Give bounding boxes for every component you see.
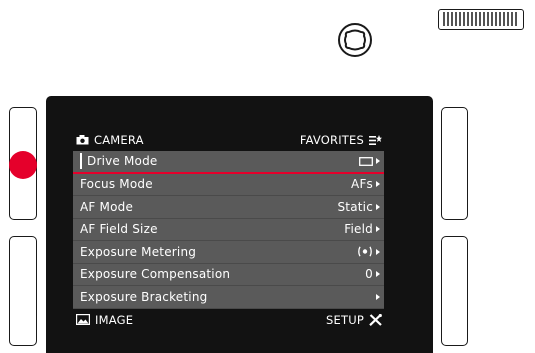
thumbwheel-dial-icon xyxy=(443,12,517,26)
menu-item-value: Field xyxy=(344,222,380,236)
tab-favorites-label: FAVORITES xyxy=(299,133,364,147)
favorites-icon xyxy=(369,134,382,145)
chevron-right-icon xyxy=(376,226,380,233)
right-lower-button[interactable] xyxy=(441,236,468,346)
tab-camera[interactable]: CAMERA xyxy=(76,133,144,147)
menu-item-label: Drive Mode xyxy=(87,154,158,169)
menu-item-label: AF Mode xyxy=(80,199,134,214)
menu-item-value-text: Static xyxy=(337,199,373,214)
chevron-right-icon xyxy=(376,181,380,188)
menu-item-value: Static xyxy=(337,200,380,214)
left-lower-button[interactable] xyxy=(9,236,37,346)
chevron-right-icon xyxy=(376,271,380,278)
tab-camera-label: CAMERA xyxy=(94,133,144,147)
selection-marker xyxy=(80,153,82,170)
tab-setup[interactable]: SETUP xyxy=(326,313,382,327)
menu-item-exposure-compensation[interactable]: Exposure Compensation 0 xyxy=(73,263,384,286)
menu-item-value xyxy=(359,156,380,166)
menu-item-exposure-metering[interactable]: Exposure Metering xyxy=(73,241,384,264)
menu-item-exposure-bracketing[interactable]: Exposure Bracketing xyxy=(73,286,384,309)
tab-favorites[interactable]: FAVORITES xyxy=(300,133,382,147)
menu-footer: IMAGE SETUP xyxy=(73,309,384,331)
tab-setup-label: SETUP xyxy=(326,312,364,327)
menu-item-label: AF Field Size xyxy=(80,222,158,237)
menu-item-focus-mode[interactable]: Focus Mode AFs xyxy=(73,173,384,196)
directional-pad-button[interactable] xyxy=(337,22,373,58)
directional-pad-icon xyxy=(338,23,372,57)
setup-tools-icon xyxy=(369,313,382,326)
menu-item-value-text: 0 xyxy=(365,267,373,282)
menu-item-af-mode[interactable]: AF Mode Static xyxy=(73,196,384,219)
thumbwheel-dial[interactable] xyxy=(438,9,524,30)
camera-icon xyxy=(76,135,89,145)
spot-metering-icon xyxy=(358,246,372,257)
camera-menu: CAMERA FAVORITES Drive Mode Focus Mode A… xyxy=(73,129,384,331)
menu-item-drive-mode[interactable]: Drive Mode xyxy=(73,151,384,174)
menu-item-label: Focus Mode xyxy=(80,177,153,192)
chevron-right-icon xyxy=(376,293,380,300)
menu-item-af-field-size[interactable]: AF Field Size Field xyxy=(73,218,384,241)
tab-image-label: IMAGE xyxy=(95,312,134,327)
image-icon xyxy=(76,314,90,325)
chevron-right-icon xyxy=(376,203,380,210)
menu-header: CAMERA FAVORITES xyxy=(73,129,384,151)
single-frame-icon xyxy=(359,156,373,166)
menu-item-value-text: Field xyxy=(344,222,373,237)
chevron-right-icon xyxy=(376,248,380,255)
tab-image[interactable]: IMAGE xyxy=(76,313,133,327)
menu-item-label: Exposure Metering xyxy=(80,244,197,259)
menu-item-value: 0 xyxy=(365,267,380,281)
menu-item-value xyxy=(373,293,380,300)
chevron-right-icon xyxy=(376,158,380,165)
menu-item-label: Exposure Compensation xyxy=(80,267,231,282)
menu-item-label: Exposure Bracketing xyxy=(80,289,208,304)
active-button-indicator xyxy=(9,151,37,179)
menu-item-value-text: AFs xyxy=(351,177,373,192)
right-upper-button[interactable] xyxy=(441,107,468,220)
menu-item-value xyxy=(357,246,380,257)
menu-item-value: AFs xyxy=(351,177,380,191)
